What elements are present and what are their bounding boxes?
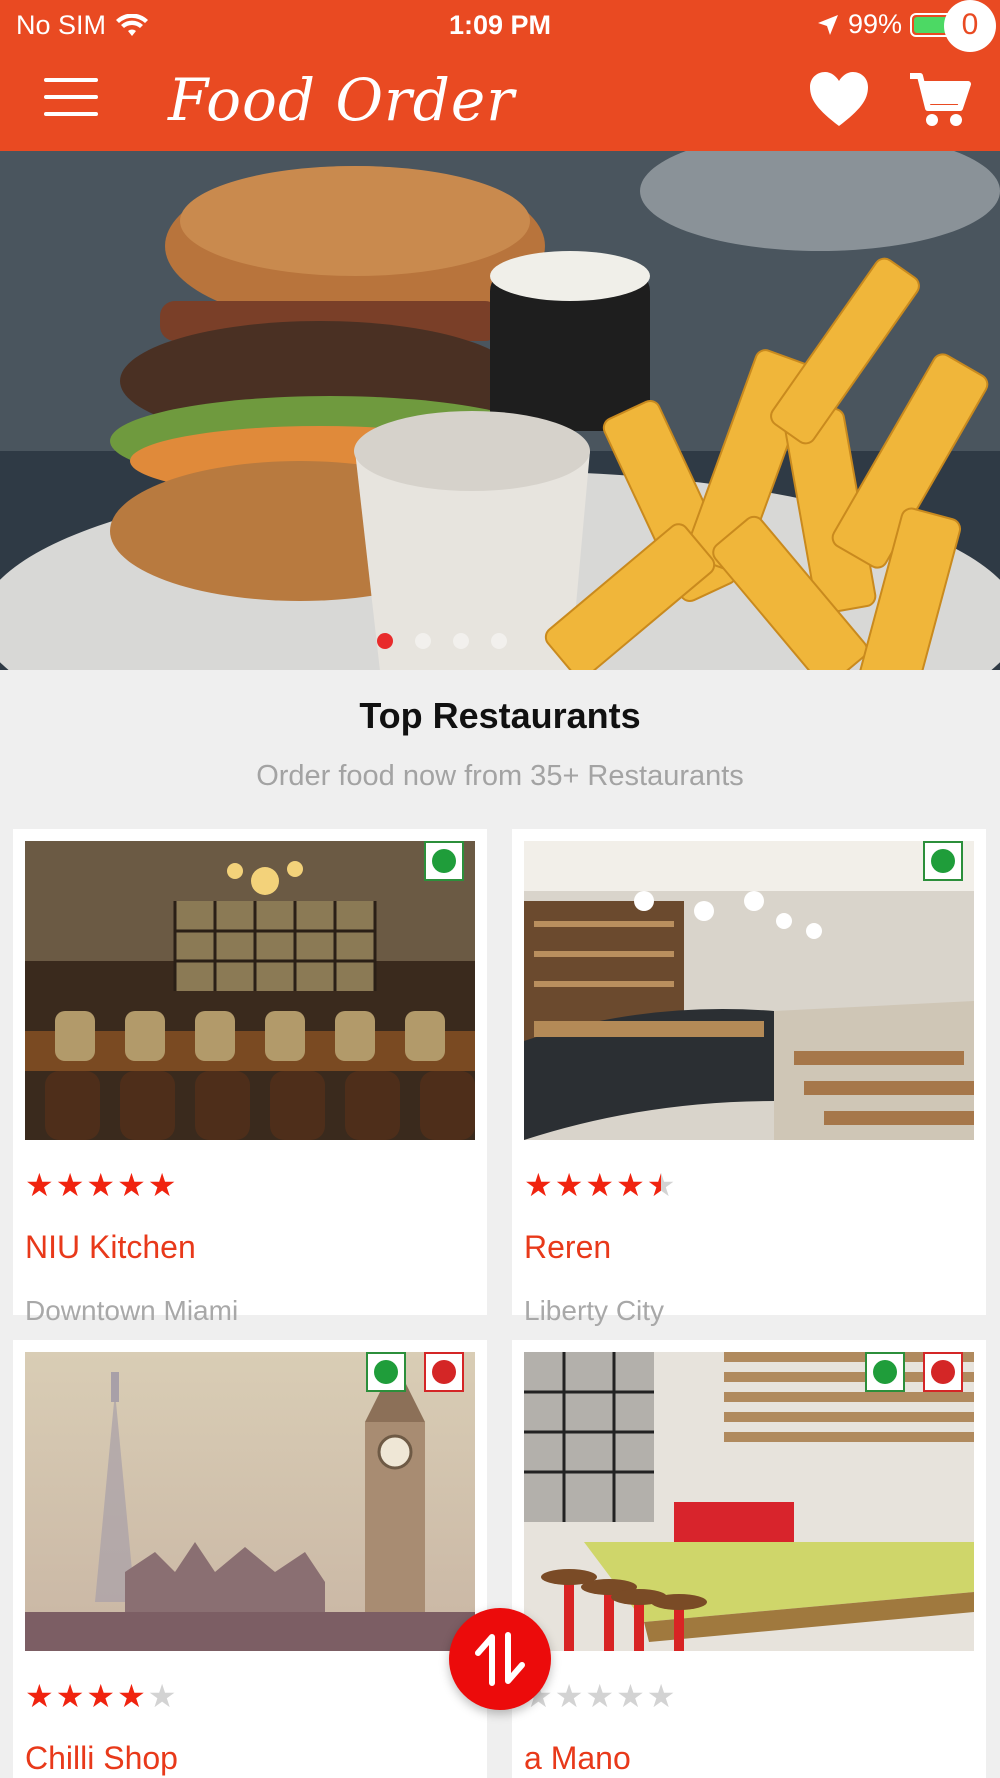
nonveg-indicator-icon xyxy=(424,1352,464,1392)
star-icon: ★ xyxy=(25,1167,54,1203)
restaurant-area: Downtown Miami xyxy=(25,1295,239,1326)
star-icon: ★ xyxy=(86,1678,116,1714)
rating-stars: ★ ★ ★ ★ ★ xyxy=(524,1169,675,1201)
star-icon: ★ xyxy=(616,1167,645,1203)
nav-bar: Food Order xyxy=(0,50,1000,151)
cart-icon xyxy=(910,73,971,126)
star-icon: ★ xyxy=(117,1167,146,1203)
star-empty-icon: ★ xyxy=(585,1678,615,1714)
star-icon: ★ xyxy=(554,1167,584,1203)
veg-indicator-icon xyxy=(366,1352,406,1392)
restaurant-photo xyxy=(524,841,974,1140)
star-half-icon: ★ xyxy=(646,1167,676,1203)
star-icon: ★ xyxy=(55,1678,85,1714)
star-icon: ★ xyxy=(25,1678,54,1714)
rating-stars: ★ ★ ★ ★ ★ xyxy=(25,1680,176,1712)
star-empty-icon: ★ xyxy=(554,1678,584,1714)
restaurant-name: NIU Kitchen xyxy=(25,1229,196,1265)
veg-indicator-icon xyxy=(424,841,464,881)
restaurant-area: Liberty City xyxy=(524,1295,665,1326)
star-icon: ★ xyxy=(147,1167,177,1203)
location-arrow-icon xyxy=(817,14,838,35)
veg-indicator-icon xyxy=(865,1352,905,1392)
star-icon: ★ xyxy=(86,1167,116,1203)
cart-count-badge: 0 xyxy=(944,0,996,52)
section-title: Top Restaurants xyxy=(359,695,641,736)
heart-icon xyxy=(810,72,868,126)
sort-arrows-icon xyxy=(475,1632,525,1686)
star-icon: ★ xyxy=(117,1678,146,1714)
restaurant-card[interactable]: ★ ★ ★ ★ ★ Reren Liberty City xyxy=(512,829,986,1326)
menu-button[interactable] xyxy=(44,78,98,118)
carousel-dot-3[interactable] xyxy=(453,633,469,649)
favorites-button[interactable] xyxy=(808,70,870,128)
restaurant-photo xyxy=(524,1352,974,1651)
restaurant-name: Reren xyxy=(524,1229,612,1265)
battery-percent: 99% xyxy=(847,9,902,39)
app-title: Food Order xyxy=(168,66,515,134)
status-bar: No SIM 1:09 PM 99% xyxy=(0,0,1000,50)
star-icon: ★ xyxy=(585,1167,615,1203)
restaurant-card[interactable]: ★ ★ ★ ★ ★ Chilli Shop xyxy=(13,1340,487,1778)
section-subtitle: Order food now from 35+ Restaurants xyxy=(256,760,744,792)
menu-icon xyxy=(44,78,98,116)
hero-carousel[interactable] xyxy=(0,151,1000,670)
nonveg-indicator-icon xyxy=(923,1352,963,1392)
restaurant-photo xyxy=(25,1352,475,1651)
burger-fries-photo xyxy=(0,151,1000,670)
restaurant-photo xyxy=(25,841,475,1140)
restaurant-name: a Mano xyxy=(524,1740,631,1776)
carousel-dot-1[interactable] xyxy=(377,633,393,649)
star-empty-icon: ★ xyxy=(616,1678,645,1714)
carousel-dots xyxy=(0,633,942,649)
restaurant-card[interactable]: ★ ★ ★ ★ ★ NIU Kitchen Downtown Miami xyxy=(13,829,487,1326)
star-icon: ★ xyxy=(55,1167,85,1203)
rating-stars: ★ ★ ★ ★ ★ xyxy=(25,1169,176,1201)
carousel-dot-4[interactable] xyxy=(491,633,507,649)
sort-toggle-button[interactable] xyxy=(449,1608,551,1710)
cart-button[interactable] xyxy=(908,68,974,132)
star-icon: ★ xyxy=(524,1167,553,1203)
app-header: No SIM 1:09 PM 99% Food Order 0 xyxy=(0,0,1000,151)
rating-stars: ★ ★ ★ ★ ★ xyxy=(524,1680,675,1712)
star-empty-icon: ★ xyxy=(147,1678,177,1714)
restaurant-name: Chilli Shop xyxy=(25,1740,178,1776)
carousel-dot-2[interactable] xyxy=(415,633,431,649)
veg-indicator-icon xyxy=(923,841,963,881)
star-empty-icon: ★ xyxy=(646,1678,676,1714)
restaurant-card[interactable]: ★ ★ ★ ★ ★ a Mano xyxy=(512,1340,986,1778)
